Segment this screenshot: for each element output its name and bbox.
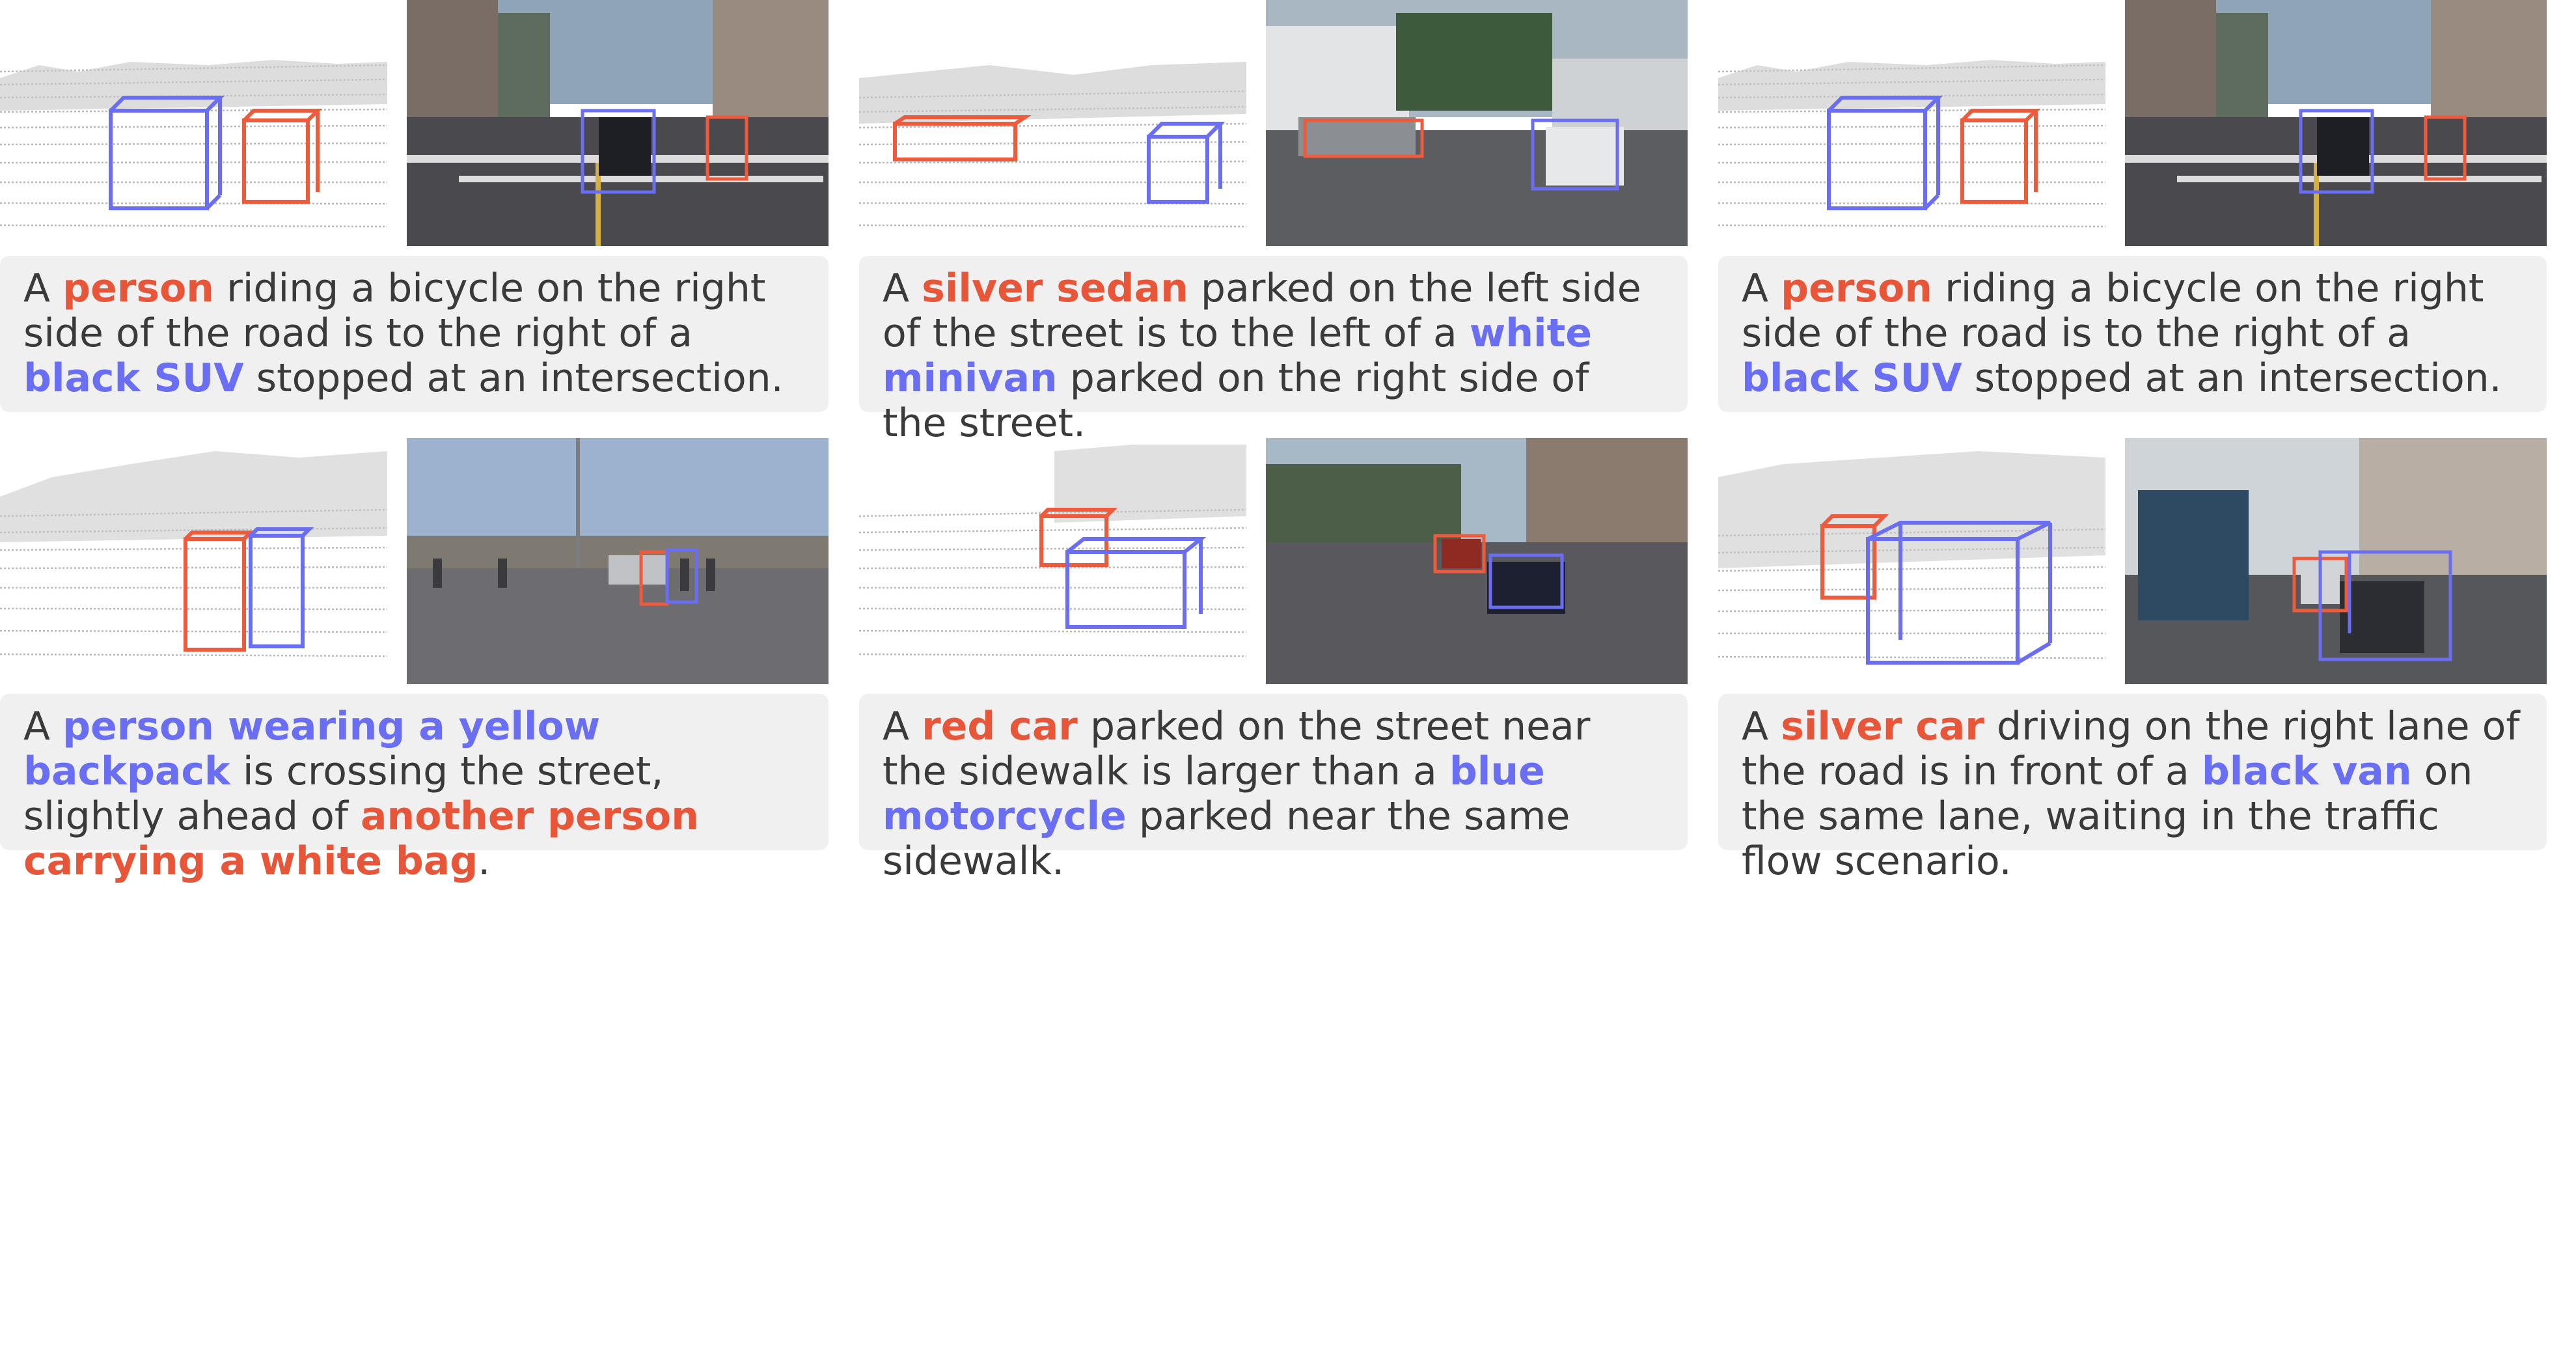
caption-target: silver sedan: [922, 266, 1188, 311]
caption-target: red car: [922, 704, 1078, 749]
caption: A person riding a bicycle on the right s…: [1718, 256, 2547, 412]
caption-suffix: .: [478, 838, 491, 884]
example-panel-5: A red car parked on the street near the …: [859, 438, 1688, 1291]
lidar-point-cloud-image: [0, 438, 387, 684]
example-panel-6: A silver car driving on the right lane o…: [1718, 438, 2547, 1291]
camera-photo: [407, 0, 829, 246]
lidar-point-cloud-image: [1718, 438, 2105, 684]
camera-photo: [2125, 0, 2547, 246]
caption-prefix: A: [883, 704, 922, 749]
camera-photo: [1266, 0, 1688, 246]
camera-photo: [2125, 438, 2547, 684]
lidar-point-cloud-image: [1718, 0, 2105, 246]
media-row: [0, 0, 829, 246]
caption-anchor: black SUV: [23, 355, 244, 401]
caption-suffix: stopped at an intersection.: [243, 355, 784, 401]
lidar-point-cloud-image: [859, 438, 1246, 684]
camera-photo: [1266, 438, 1688, 684]
caption-prefix: A: [23, 266, 63, 311]
caption: A person riding a bicycle on the right s…: [0, 256, 829, 412]
example-panel-4: A person wearing a yellow backpack is cr…: [0, 438, 829, 1291]
caption: A person wearing a yellow backpack is cr…: [0, 694, 829, 884]
media-row: [1718, 0, 2547, 246]
caption-anchor: black van: [2201, 749, 2412, 794]
lidar-point-cloud-image: [0, 0, 387, 246]
media-row: [859, 0, 1688, 246]
caption-suffix: stopped at an intersection.: [1962, 355, 2502, 401]
caption-prefix: A: [23, 704, 63, 749]
caption-target: person: [1781, 266, 1933, 311]
caption-prefix: A: [1742, 266, 1781, 311]
media-row: [0, 438, 829, 684]
caption-target: silver car: [1781, 704, 1984, 749]
caption-target: person: [62, 266, 215, 311]
caption: A silver sedan parked on the left side o…: [859, 256, 1688, 446]
caption-prefix: A: [883, 266, 922, 311]
media-row: [859, 438, 1688, 684]
caption: A red car parked on the street near the …: [859, 694, 1688, 884]
camera-photo: [407, 438, 829, 684]
lidar-point-cloud-image: [859, 0, 1246, 246]
media-row: [1718, 438, 2547, 684]
caption: A silver car driving on the right lane o…: [1718, 694, 2547, 884]
caption-prefix: A: [1742, 704, 1781, 749]
caption-anchor: black SUV: [1742, 355, 1962, 401]
